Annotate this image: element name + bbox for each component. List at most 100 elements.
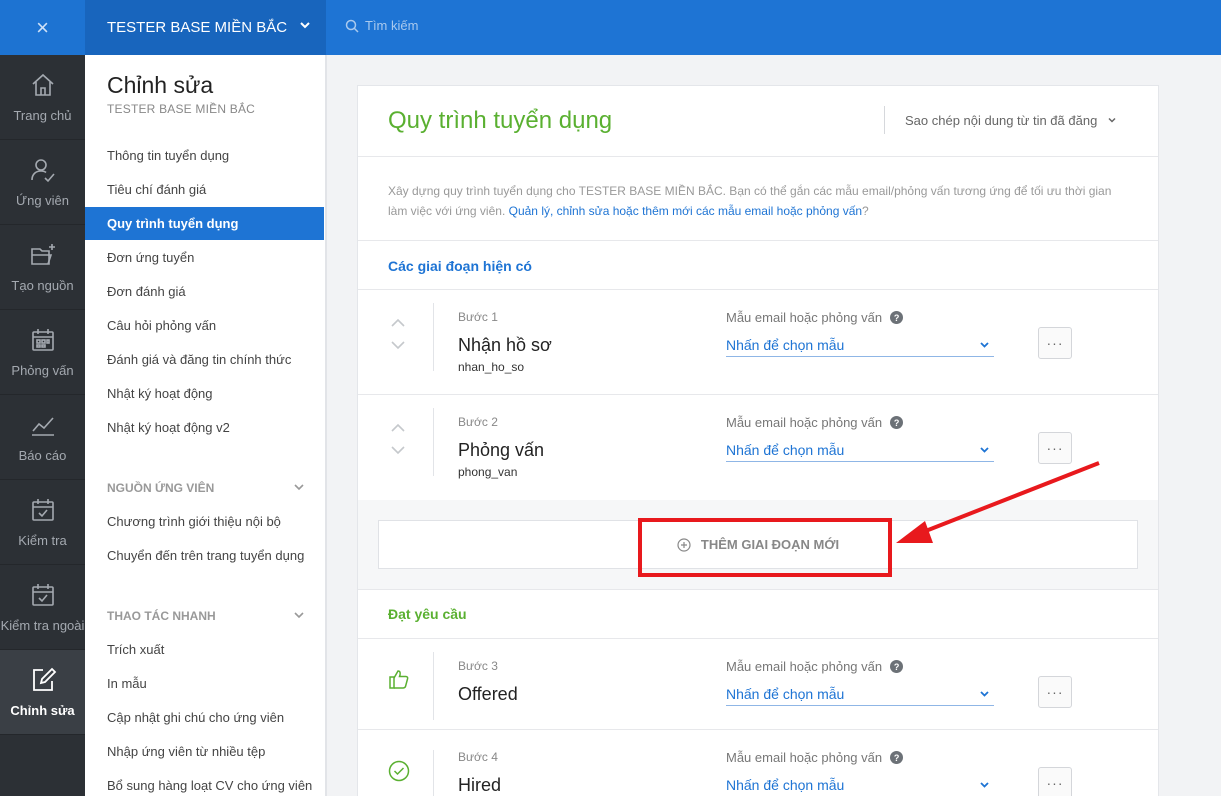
template-select-value: Nhấn để chọn mẫu — [726, 441, 845, 458]
close-icon[interactable]: × — [0, 0, 85, 55]
search-placeholder: Tìm kiếm — [365, 18, 419, 33]
template-select[interactable]: Nhấn để chọn mẫu — [726, 682, 994, 706]
sidebar-item-application-form[interactable]: Đơn ứng tuyển — [85, 241, 324, 274]
rail-label: Chỉnh sửa — [10, 703, 75, 718]
rail-item-edit[interactable]: Chỉnh sửa — [0, 650, 85, 735]
template-label-text: Mẫu email hoặc phỏng vấn — [726, 659, 883, 674]
search-input[interactable]: Tìm kiếm — [345, 18, 418, 33]
calendar-check-icon — [31, 584, 54, 606]
company-selector[interactable]: TESTER BASE MIỀN BẮC — [85, 0, 326, 55]
chevron-down-icon — [294, 612, 304, 619]
divider — [433, 652, 434, 720]
rail-item-reports[interactable]: Báo cáo — [0, 395, 85, 480]
sidebar-item-import-files[interactable]: Nhập ứng viên từ nhiều tệp — [85, 735, 324, 768]
chevron-down-icon — [294, 484, 304, 491]
help-icon[interactable]: ? — [890, 751, 904, 764]
sidebar-item-evaluation-form[interactable]: Đơn đánh giá — [85, 275, 324, 308]
section-label: THAO TÁC NHANH — [107, 609, 216, 623]
manage-templates-link[interactable]: Quản lý, chỉnh sửa hoặc thêm mới các mẫu… — [509, 204, 862, 218]
divider — [358, 240, 1158, 241]
section-current-stages: Các giai đoạn hiện có — [388, 258, 532, 274]
rail-label: Kiểm tra ngoài — [0, 618, 85, 633]
stage-row: Bước 2 Phỏng vấn phong_van Mẫu email hoặ… — [358, 395, 1158, 500]
template-label: Mẫu email hoặc phỏng vấn? — [726, 750, 904, 765]
help-icon[interactable]: ? — [890, 660, 904, 673]
template-select-value: Nhấn để chọn mẫu — [726, 685, 845, 702]
stage-name: Nhận hồ sơ — [458, 335, 552, 355]
top-bar: TESTER BASE MIỀN BẮC Tìm kiếm — [85, 0, 1221, 55]
chevron-down-icon — [980, 342, 989, 348]
sidebar-item-review-publish[interactable]: Đánh giá và đăng tin chính thức — [85, 343, 324, 376]
sidebar-item-export[interactable]: Trích xuất — [85, 633, 324, 666]
template-select-value: Nhấn để chọn mẫu — [726, 776, 845, 793]
section-passed: Đạt yêu cầu — [388, 606, 467, 622]
rail-item-candidates[interactable]: Ứng viên — [0, 140, 85, 225]
section-quick-actions[interactable]: THAO TÁC NHANH — [107, 609, 305, 623]
help-icon[interactable]: ? — [890, 416, 904, 429]
sidebar-item-criteria[interactable]: Tiêu chí đánh giá — [85, 173, 324, 206]
sidebar-item-referral[interactable]: Chương trình giới thiệu nội bộ — [85, 505, 324, 538]
sidebar-item-update-notes[interactable]: Cập nhật ghi chú cho ứng viên — [85, 701, 324, 734]
stage-row: Bước 3 Offered Mẫu email hoặc phỏng vấn?… — [358, 639, 1158, 729]
step-number: Bước 1 — [458, 310, 498, 324]
template-select-value: Nhấn để chọn mẫu — [726, 336, 845, 353]
more-options-button[interactable]: ··· — [1038, 327, 1072, 359]
rail-item-interview[interactable]: Phỏng vấn — [0, 310, 85, 395]
sidebar-item-career-site[interactable]: Chuyển đến trên trang tuyển dụng — [85, 539, 324, 572]
chevron-down-icon — [1108, 117, 1116, 123]
rail-item-home[interactable]: Trang chủ — [0, 55, 85, 140]
sidebar-item-activity-log-v2[interactable]: Nhật ký hoạt động v2 — [85, 411, 324, 444]
sidebar-item-interview-questions[interactable]: Câu hỏi phỏng vấn — [85, 309, 324, 342]
candidate-icon — [30, 159, 55, 183]
chevron-down-icon — [980, 447, 989, 453]
divider — [358, 156, 1158, 157]
rail-label: Tạo nguồn — [11, 278, 74, 293]
more-options-button[interactable]: ··· — [1038, 767, 1072, 796]
home-icon — [31, 73, 54, 96]
thumbs-up-icon — [389, 670, 409, 689]
section-candidate-sources[interactable]: NGUỒN ỨNG VIÊN — [107, 481, 305, 495]
more-options-button[interactable]: ··· — [1038, 676, 1072, 708]
reorder-arrows-icon[interactable] — [390, 421, 406, 457]
rail-item-sourcing[interactable]: Tạo nguồn — [0, 225, 85, 310]
chevron-down-icon — [300, 22, 310, 29]
divider — [433, 750, 434, 796]
template-label-text: Mẫu email hoặc phỏng vấn — [726, 415, 883, 430]
reorder-arrows-icon[interactable] — [390, 316, 406, 352]
stage-code: phong_van — [458, 465, 518, 479]
template-label-text: Mẫu email hoặc phỏng vấn — [726, 750, 883, 765]
step-number: Bước 3 — [458, 659, 498, 673]
help-icon[interactable]: ? — [890, 311, 904, 324]
sidebar-item-bulk-cv[interactable]: Bổ sung hàng loạt CV cho ứng viên — [85, 769, 324, 796]
sidebar-title: Chỉnh sửa — [107, 72, 214, 98]
template-label: Mẫu email hoặc phỏng vấn? — [726, 310, 904, 325]
stage-name: Hired — [458, 775, 502, 795]
stage-row: Bước 4 Hired Mẫu email hoặc phỏng vấn? N… — [358, 730, 1158, 796]
divider — [358, 589, 1158, 590]
stage-name: Phỏng vấn — [458, 440, 545, 460]
rail-label: Ứng viên — [15, 193, 70, 208]
icon-rail: × Trang chủ Ứng viên Tạo nguồn Phỏng vấn… — [0, 0, 85, 796]
rail-item-check[interactable]: Kiểm tra — [0, 480, 85, 565]
check-circle-icon — [388, 760, 410, 782]
sidebar-item-pipeline[interactable]: Quy trình tuyển dụng — [85, 207, 324, 240]
template-select[interactable]: Nhấn để chọn mẫu — [726, 333, 994, 357]
step-number: Bước 4 — [458, 750, 498, 764]
sidebar-item-activity-log[interactable]: Nhật ký hoạt động — [85, 377, 324, 410]
template-select[interactable]: Nhấn để chọn mẫu — [726, 438, 994, 462]
calendar-grid-icon — [31, 329, 54, 351]
stage-name: Offered — [458, 684, 518, 704]
rail-label: Báo cáo — [18, 448, 67, 463]
more-options-button[interactable]: ··· — [1038, 432, 1072, 464]
chevron-down-icon — [980, 691, 989, 697]
stage-row: Bước 1 Nhận hồ sơ nhan_ho_so Mẫu email h… — [358, 290, 1158, 395]
description-end: ? — [862, 204, 869, 218]
divider — [433, 408, 434, 476]
highlight-box — [638, 518, 892, 577]
rail-item-external-check[interactable]: Kiểm tra ngoài — [0, 565, 85, 650]
copy-from-job-dropdown[interactable]: Sao chép nội dung từ tin đã đăng — [884, 106, 1117, 134]
edit-icon — [32, 667, 56, 691]
template-select[interactable]: Nhấn để chọn mẫu — [726, 773, 994, 796]
sidebar-item-print[interactable]: In mẫu — [85, 667, 324, 700]
sidebar-item-job-info[interactable]: Thông tin tuyển dụng — [85, 139, 324, 172]
